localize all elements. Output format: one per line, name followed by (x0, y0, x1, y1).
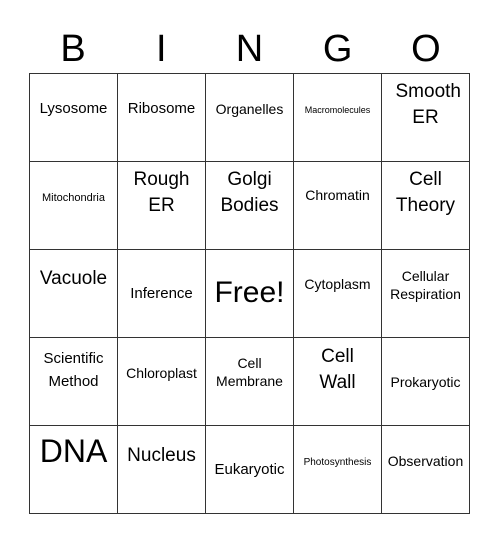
cell-label: Eukaryotic (214, 461, 285, 478)
bingo-cell[interactable]: Inference (118, 250, 206, 338)
cell-label: Chromatin (305, 187, 370, 203)
bingo-cell[interactable]: Vacuole (30, 250, 118, 338)
cell-label: DNA (39, 433, 108, 469)
bingo-cell[interactable]: Rough ER (118, 162, 206, 250)
cell-label: Photosynthesis (303, 457, 372, 468)
cell-label: Ribosome (127, 100, 196, 117)
header-letter-g: G (322, 28, 353, 70)
cell-label: Observation (387, 453, 464, 469)
cell-label: Vacuole (39, 268, 108, 289)
bingo-cell[interactable]: Ribosome (118, 74, 206, 162)
header-letter-o: O (411, 28, 441, 70)
bingo-cell[interactable]: Chloroplast (118, 338, 206, 426)
bingo-cell[interactable]: Prokaryotic (382, 338, 470, 426)
cell-label: Cell Membrane (216, 355, 283, 390)
cell-label: Cytoplasm (304, 276, 371, 292)
cell-label: Lysosome (39, 100, 108, 117)
free-space[interactable]: Free! (206, 250, 294, 338)
bingo-cell[interactable]: Macromolecules (294, 74, 382, 162)
cell-label: Chloroplast (126, 365, 197, 381)
cell-label: Organelles (215, 101, 284, 117)
bingo-cell[interactable]: Organelles (206, 74, 294, 162)
header-letter-n: N (235, 28, 264, 70)
bingo-cell[interactable]: DNA (30, 426, 118, 514)
bingo-header: B I N G O (29, 26, 470, 72)
bingo-cell[interactable]: Chromatin (294, 162, 382, 250)
cell-label: Cellular Respiration (390, 268, 461, 303)
bingo-cell[interactable]: Nucleus (118, 426, 206, 514)
bingo-cell[interactable]: Cell Theory (382, 162, 470, 250)
bingo-cell[interactable]: Smooth ER (382, 74, 470, 162)
cell-label: Cell Wall (319, 346, 356, 393)
header-letter-i: I (156, 28, 167, 70)
bingo-cell[interactable]: Cellular Respiration (382, 250, 470, 338)
cell-label: Scientific Method (43, 350, 104, 390)
cell-label: Mitochondria (42, 192, 105, 204)
bingo-cell[interactable]: Lysosome (30, 74, 118, 162)
cell-label: Inference (130, 285, 193, 302)
bingo-cell[interactable]: Cell Membrane (206, 338, 294, 426)
cell-label: Cell Theory (395, 169, 456, 216)
cell-label: Nucleus (127, 445, 196, 466)
bingo-cell[interactable]: Cytoplasm (294, 250, 382, 338)
cell-label: Macromolecules (304, 105, 371, 115)
header-letter-b: B (60, 28, 86, 70)
cell-label: Free! (214, 276, 285, 309)
bingo-cell[interactable]: Mitochondria (30, 162, 118, 250)
cell-label: Golgi Bodies (220, 169, 279, 216)
bingo-cell[interactable]: Eukaryotic (206, 426, 294, 514)
cell-label: Prokaryotic (390, 374, 461, 390)
bingo-cell[interactable]: Observation (382, 426, 470, 514)
bingo-cell[interactable]: Scientific Method (30, 338, 118, 426)
bingo-cell[interactable]: Cell Wall (294, 338, 382, 426)
bingo-cell[interactable]: Photosynthesis (294, 426, 382, 514)
bingo-board: Lysosome Ribosome Organelles Macromolecu… (29, 73, 470, 514)
cell-label: Smooth ER (395, 81, 461, 128)
bingo-cell[interactable]: Golgi Bodies (206, 162, 294, 250)
cell-label: Rough ER (133, 169, 190, 216)
